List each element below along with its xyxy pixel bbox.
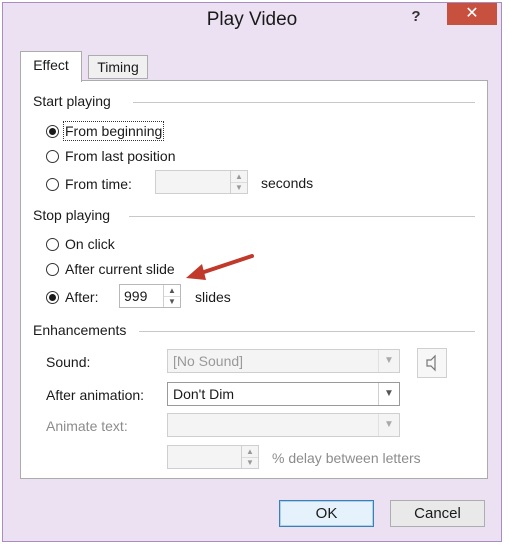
dropdown-value: Don't Dim — [173, 386, 235, 402]
radio-after-current-slide[interactable]: After current slide — [46, 259, 175, 279]
chevron-down-icon[interactable]: ▼ — [378, 350, 399, 372]
radio-label: On click — [65, 236, 115, 252]
ok-button[interactable]: OK — [279, 500, 374, 527]
start-playing-heading: Start playing — [33, 93, 117, 109]
radio-from-last-position[interactable]: From last position — [46, 146, 175, 166]
spin-down-icon[interactable]: ▼ — [164, 296, 180, 307]
radio-from-beginning[interactable]: From beginning — [46, 121, 165, 141]
spin-down-icon[interactable]: ▼ — [231, 182, 247, 193]
radio-label: From beginning — [62, 121, 165, 141]
animate-text-dropdown[interactable]: ▼ — [167, 413, 400, 437]
spinner-value: 999 — [124, 288, 148, 304]
radio-on-click[interactable]: On click — [46, 234, 115, 254]
close-button[interactable]: ✕ — [447, 3, 497, 25]
after-animation-dropdown[interactable]: Don't Dim ▼ — [167, 382, 400, 406]
chevron-down-icon[interactable]: ▼ — [378, 383, 399, 405]
divider — [129, 216, 475, 217]
dropdown-value: [No Sound] — [173, 353, 244, 369]
after-animation-label: After animation: — [46, 387, 145, 403]
radio-label: From last position — [65, 148, 176, 164]
spinner-buttons: ▲ ▼ — [241, 446, 258, 468]
from-time-spinner[interactable]: ▲ ▼ — [155, 170, 248, 194]
play-video-dialog: Play Video ? ✕ Effect Timing Start playi… — [2, 2, 502, 542]
radio-label: After: — [65, 289, 99, 305]
delay-label: % delay between letters — [272, 450, 421, 466]
radio-from-time[interactable]: From time: — [46, 174, 132, 194]
delay-spinner[interactable]: ▲ ▼ — [167, 445, 259, 469]
radio-label: After current slide — [65, 261, 175, 277]
tab-timing[interactable]: Timing — [88, 55, 148, 79]
speaker-icon — [426, 354, 436, 372]
radio-label: From time: — [65, 176, 132, 192]
divider — [133, 102, 475, 103]
seconds-label: seconds — [261, 175, 314, 191]
radio-button[interactable] — [46, 262, 59, 276]
spinner-buttons: ▲ ▼ — [230, 171, 247, 193]
slides-label: slides — [195, 289, 231, 305]
radio-button[interactable] — [46, 290, 59, 304]
radio-button[interactable] — [46, 124, 59, 138]
help-button[interactable]: ? — [403, 6, 429, 28]
divider — [139, 331, 475, 332]
cancel-button[interactable]: Cancel — [390, 500, 485, 527]
speaker-button[interactable] — [417, 348, 447, 378]
sound-label: Sound: — [46, 354, 91, 370]
radio-button[interactable] — [46, 177, 59, 191]
radio-button[interactable] — [46, 149, 59, 163]
spin-down-icon[interactable]: ▼ — [242, 457, 258, 468]
title-bar: Play Video ? ✕ — [3, 3, 501, 37]
radio-button[interactable] — [46, 237, 59, 251]
animate-text-label: Animate text: — [46, 418, 128, 434]
enhancements-heading: Enhancements — [33, 322, 133, 338]
spinner-buttons: ▲ ▼ — [163, 285, 180, 307]
chevron-down-icon[interactable]: ▼ — [378, 414, 399, 436]
sound-dropdown[interactable]: [No Sound] ▼ — [167, 349, 400, 373]
tab-effect[interactable]: Effect — [20, 51, 82, 82]
stop-playing-heading: Stop playing — [33, 207, 117, 223]
after-slides-spinner[interactable]: 999 ▲ ▼ — [119, 284, 181, 308]
red-arrow-icon — [186, 254, 254, 280]
radio-after[interactable]: After: — [46, 287, 98, 307]
